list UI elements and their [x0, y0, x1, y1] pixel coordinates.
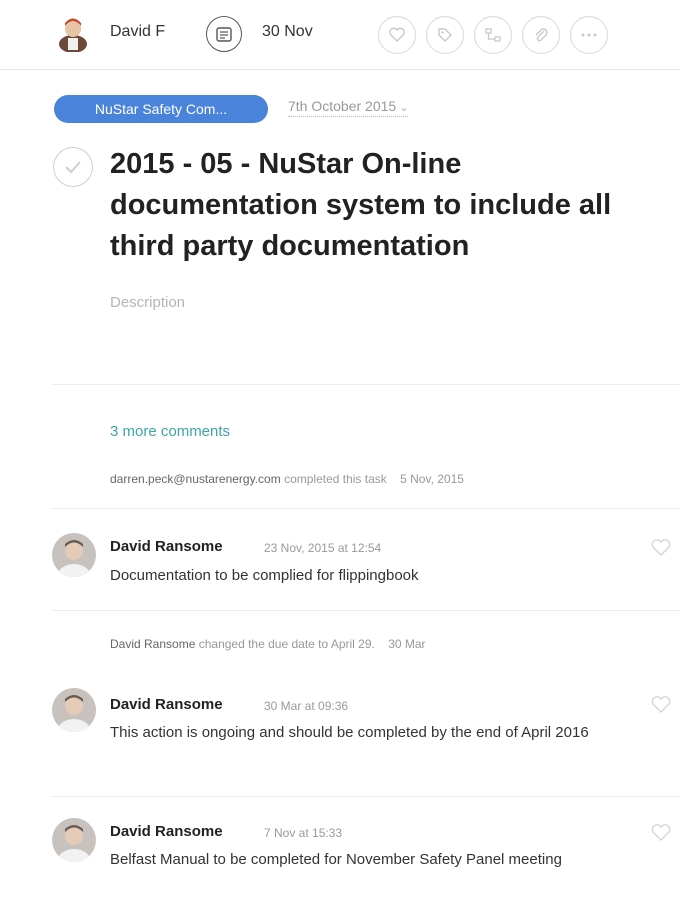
tag-icon[interactable] — [426, 16, 464, 54]
comment-time: 7 Nov at 15:33 — [264, 826, 343, 840]
story-text: completed this task — [284, 472, 387, 486]
comment-text: This action is ongoing and should be com… — [110, 724, 589, 741]
divider — [52, 384, 680, 385]
comment-author[interactable]: David Ransome — [110, 823, 223, 840]
heart-icon[interactable] — [650, 538, 672, 558]
avatar[interactable] — [52, 688, 96, 732]
comment-author[interactable]: David Ransome — [110, 538, 223, 555]
task-toolbar: David F 30 Nov — [0, 0, 680, 70]
divider — [52, 610, 680, 611]
calendar-icon[interactable] — [206, 16, 242, 52]
story-actor[interactable]: darren.peck@nustarenergy.com — [110, 472, 281, 486]
due-date[interactable]: 30 Nov — [262, 23, 313, 41]
more-comments-link[interactable]: 3 more comments — [110, 423, 230, 440]
divider — [52, 508, 680, 509]
story-actor[interactable]: David Ransome — [110, 637, 195, 651]
subtask-icon[interactable] — [474, 16, 512, 54]
task-title[interactable]: 2015 - 05 - NuStar On-line documentation… — [110, 144, 676, 267]
comment-text: Belfast Manual to be completed for Novem… — [110, 851, 562, 868]
attachment-icon[interactable] — [522, 16, 560, 54]
checkmark-icon — [65, 161, 81, 174]
assignee-name[interactable]: David F — [110, 23, 165, 41]
description-field[interactable]: Description — [110, 294, 185, 311]
heart-icon[interactable] — [650, 695, 672, 715]
story-completed: darren.peck@nustarenergy.com completed t… — [110, 472, 464, 486]
story-due-date-changed: David Ransome changed the due date to Ap… — [110, 637, 426, 651]
story-time: 5 Nov, 2015 — [400, 472, 464, 486]
complete-task-button[interactable] — [53, 147, 93, 187]
divider — [52, 796, 680, 797]
heart-icon[interactable] — [378, 16, 416, 54]
story-text: changed the due date to April 29. — [198, 637, 375, 651]
comment-text: Documentation to be complied for flippin… — [110, 567, 419, 584]
assignee-avatar[interactable] — [56, 14, 90, 53]
comment-time: 23 Nov, 2015 at 12:54 — [264, 541, 382, 555]
comment-time: 30 Mar at 09:36 — [264, 699, 349, 713]
chevron-down-icon: ⌄ — [399, 102, 409, 114]
story-time: 30 Mar — [388, 637, 426, 651]
task-detail-pane: David F 30 Nov NuStar Safety Com... 7th … — [0, 0, 680, 900]
avatar[interactable] — [52, 533, 96, 577]
avatar[interactable] — [52, 818, 96, 862]
comment-author[interactable]: David Ransome — [110, 696, 223, 713]
created-date-text: 7th October 2015 — [288, 98, 397, 114]
heart-icon[interactable] — [650, 823, 672, 843]
created-date[interactable]: 7th October 2015 ⌄ — [288, 98, 409, 117]
more-icon[interactable] — [570, 16, 608, 54]
project-tag[interactable]: NuStar Safety Com... — [54, 95, 268, 123]
